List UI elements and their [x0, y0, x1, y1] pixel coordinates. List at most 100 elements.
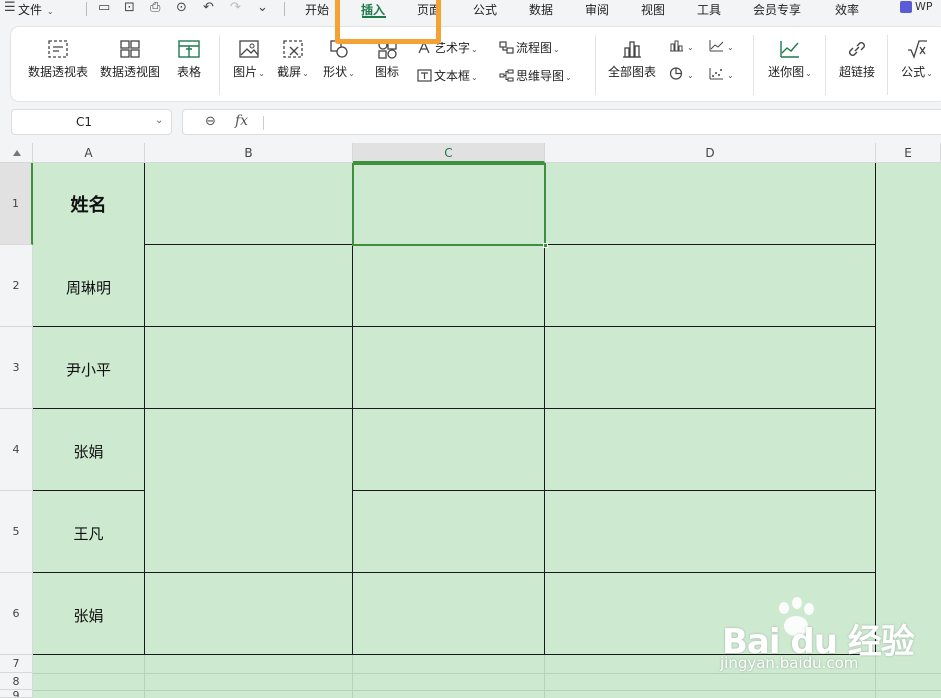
formula-label: 公式⌄ — [901, 65, 933, 79]
flowchart-label: 流程图 — [516, 41, 553, 55]
undo-icon[interactable]: ↶ — [203, 0, 214, 15]
sqrt-icon — [908, 40, 927, 59]
menu-bar: ☰ 文件 ⌄ ▭ ⊡ ⎙ ⊙ ↶ ↷ ⌄ 开始 插入 页面 公式 数据 审阅 视… — [0, 0, 941, 20]
pie-chart-button[interactable]: ⌄ — [669, 67, 694, 81]
formula-bar: C1 ⌄ ⊖ fx — [11, 109, 941, 135]
flowchart-icon — [499, 41, 514, 54]
picture-icon — [239, 40, 259, 58]
zoom-search-icon[interactable]: ⊖ — [205, 114, 216, 129]
column-header-a[interactable]: A — [33, 143, 145, 163]
sparkline-text: 迷你图 — [768, 65, 805, 79]
selected-cell-c1[interactable] — [352, 163, 548, 248]
picture-button[interactable]: 图片⌄ — [229, 39, 269, 80]
annotation-highlight — [335, 0, 441, 44]
name-box-value: C1 — [76, 115, 93, 129]
divider — [263, 116, 264, 130]
formula-button[interactable]: 公式⌄ — [897, 39, 937, 80]
cell-a5[interactable]: 王凡 — [33, 523, 144, 544]
redo-icon[interactable]: ↷ — [230, 0, 241, 15]
print-icon[interactable]: ⎙ — [150, 0, 160, 15]
file-menu-label: 文件 — [18, 3, 43, 17]
bar-chart-icon — [623, 41, 641, 58]
table-icon — [178, 40, 200, 58]
row-header-9[interactable]: 9 — [0, 690, 33, 698]
mindmap-label: 思维导图 — [516, 69, 565, 83]
sparkline-icon — [780, 41, 799, 58]
picture-text: 图片 — [233, 65, 258, 79]
fx-icon[interactable]: fx — [235, 113, 248, 129]
tab-efficiency[interactable]: 效率 — [835, 1, 859, 18]
table-button[interactable]: 表格 — [171, 39, 207, 80]
gridline — [33, 690, 941, 691]
save-icon[interactable]: ▭ — [98, 0, 110, 15]
flowchart-button[interactable]: 流程图⌄ — [499, 39, 560, 56]
link-icon — [849, 42, 865, 56]
divider — [753, 35, 754, 95]
shapes-button[interactable]: 形状⌄ — [319, 39, 359, 80]
row-header-4[interactable]: 4 — [0, 409, 33, 491]
tab-review[interactable]: 审阅 — [585, 1, 609, 18]
print-preview-icon[interactable]: ⊙ — [176, 0, 187, 15]
cell-border — [33, 490, 144, 491]
column-header-d[interactable]: D — [545, 143, 876, 163]
row-header-7[interactable]: 7 — [0, 655, 33, 673]
column-chart-button[interactable]: ⌄ — [669, 39, 694, 53]
column-header-c[interactable]: C — [353, 143, 545, 163]
row-header-8[interactable]: 8 — [0, 673, 33, 690]
wps-brand[interactable]: WP — [900, 0, 933, 13]
sparkline-label: 迷你图⌄ — [768, 65, 812, 79]
row-header-5[interactable]: 5 — [0, 491, 33, 573]
pivot-table-icon — [48, 40, 68, 58]
formula-input[interactable]: ⊖ fx — [182, 109, 941, 135]
divider — [219, 35, 220, 95]
cell-a1[interactable]: 姓名 — [33, 191, 144, 217]
textbox-button[interactable]: 文本框⌄ — [417, 67, 478, 84]
cell-border — [33, 572, 876, 573]
screenshot-button[interactable]: 截屏⌄ — [273, 39, 313, 80]
tab-tools[interactable]: 工具 — [697, 1, 721, 18]
row-header-2[interactable]: 2 — [0, 245, 33, 327]
screenshot-text: 截屏 — [277, 65, 302, 79]
tab-view[interactable]: 视图 — [641, 1, 665, 18]
cell-a2[interactable]: 周琳明 — [33, 277, 144, 298]
tab-home[interactable]: 开始 — [305, 1, 329, 18]
more-icon[interactable]: ⌄ — [257, 0, 268, 15]
pivot-chart-button[interactable]: 数据透视图 — [99, 39, 161, 80]
baidu-watermark: Bai du 经验 jingyan.baidu.com — [720, 596, 920, 686]
textbox-icon — [417, 69, 432, 82]
scatter-chart-button[interactable]: ⌄ — [709, 67, 734, 81]
divider — [825, 35, 826, 95]
scatter-chart-icon — [709, 68, 723, 80]
hyperlink-button[interactable]: 超链接 — [835, 39, 879, 80]
row-header-3[interactable]: 3 — [0, 327, 33, 409]
sparkline-button[interactable]: 迷你图⌄ — [763, 39, 817, 80]
cell-border — [33, 326, 876, 327]
file-menu[interactable]: 文件 ⌄ — [18, 1, 54, 18]
tab-formulas[interactable]: 公式 — [473, 1, 497, 18]
tab-data[interactable]: 数据 — [529, 1, 553, 18]
chevron-down-icon[interactable]: ⌄ — [155, 115, 163, 126]
column-header-e[interactable]: E — [876, 143, 941, 163]
tab-member[interactable]: 会员专享 — [753, 1, 801, 18]
ribbon-toolbar: 数据透视表 数据透视图 表格 图片⌄ 截屏⌄ 形状⌄ 图标 艺术字⌄ 文本框⌄ … — [11, 27, 941, 101]
column-header-b[interactable]: B — [145, 143, 353, 163]
all-charts-button[interactable]: 全部图表 — [605, 39, 659, 80]
icons-button[interactable]: 图标 — [369, 39, 405, 80]
cell-a6[interactable]: 张娟 — [33, 605, 144, 626]
export-icon[interactable]: ⊡ — [124, 0, 135, 15]
line-chart-button[interactable]: ⌄ — [709, 39, 734, 53]
picture-label: 图片⌄ — [233, 65, 265, 79]
menu-icon[interactable]: ☰ — [4, 0, 16, 15]
pivot-table-button[interactable]: 数据透视表 — [27, 39, 89, 80]
row-header-1[interactable]: 1 — [0, 163, 33, 245]
cell-a4[interactable]: 张娟 — [33, 441, 144, 462]
row-header-6[interactable]: 6 — [0, 573, 33, 655]
divider — [595, 35, 596, 95]
fill-handle[interactable] — [543, 243, 548, 248]
shapes-label: 形状⌄ — [323, 65, 355, 79]
shapes-text: 形状 — [323, 65, 348, 79]
mindmap-button[interactable]: 思维导图⌄ — [499, 67, 572, 84]
name-box[interactable]: C1 ⌄ — [11, 109, 172, 135]
select-all-corner[interactable] — [0, 143, 33, 163]
cell-a3[interactable]: 尹小平 — [33, 359, 144, 380]
